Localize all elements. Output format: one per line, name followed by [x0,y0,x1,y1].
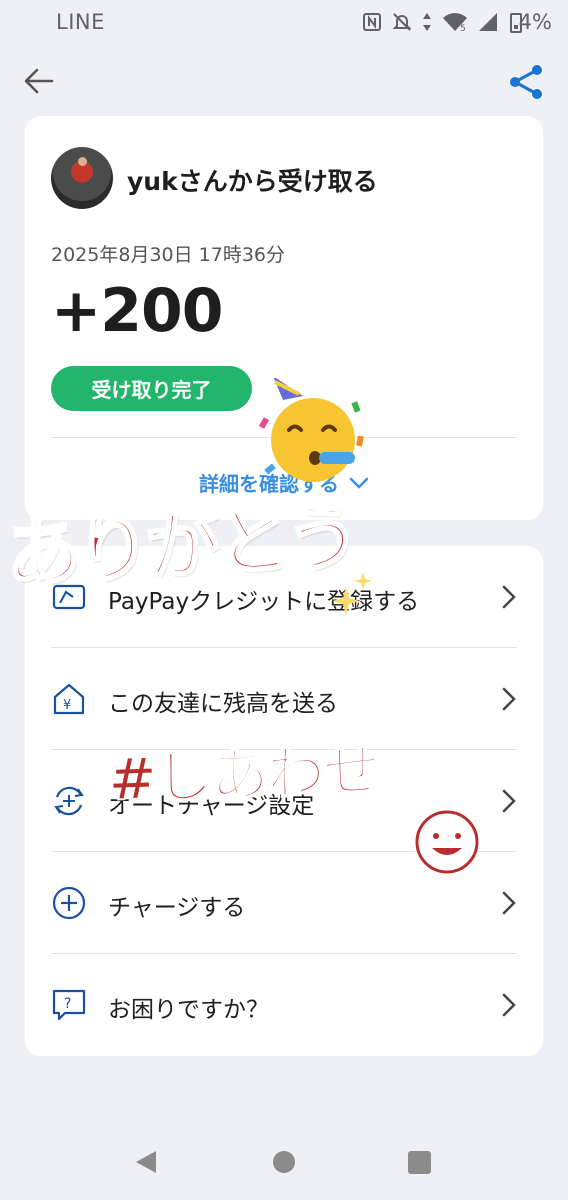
notifications-off-icon [392,13,412,31]
received-amount: +200 [51,276,224,346]
battery-percent: 4% [518,10,552,34]
happy-hashtag-sticker: #しあわせ [106,735,381,814]
menu-item-label: チャージする [108,895,246,921]
menu-item-label: お困りですか？ [108,997,269,1023]
signal-icon [479,13,497,31]
nav-home-icon[interactable] [273,1151,295,1173]
nav-recents-icon[interactable] [408,1151,431,1174]
share-icon[interactable] [506,62,546,102]
chevron-right-icon [502,891,516,915]
system-nav-bar [0,1120,568,1200]
data-arrows-icon [423,13,431,31]
status-icons: 5 [362,12,498,32]
help-chat-icon: ? [52,989,86,1021]
svg-text:?: ? [64,996,71,1012]
sender-title: yukさんから受け取る [127,167,378,196]
chevron-right-icon [502,993,516,1017]
wifi-icon: 5 [443,13,467,32]
chevron-right-icon [502,687,516,711]
smiley-face-icon [415,810,479,874]
chevron-right-icon [502,585,516,609]
thanks-sticker: ありがとう [3,492,360,599]
svg-text:5: 5 [460,24,466,32]
chevron-right-icon [502,789,516,813]
house-yen-icon: ¥ [53,683,85,715]
sparkle-icon [332,572,372,616]
menu-item-help[interactable]: ? お困りですか？ [25,954,543,1056]
arrow-left-icon[interactable] [22,64,56,98]
nav-back-icon[interactable] [134,1150,158,1174]
auto-charge-icon [54,786,84,816]
nfc-icon [363,13,381,31]
plus-circle-icon [52,886,86,920]
status-bar: LINE 5 4% [0,0,568,46]
party-face-icon [258,378,364,482]
avatar[interactable] [51,147,113,209]
transaction-datetime: 2025年8月30日 17時36分 [51,244,286,266]
status-badge: 受け取り完了 [51,366,252,411]
receipt-card: yukさんから受け取る 2025年8月30日 17時36分 +200 受け取り完… [25,116,543,520]
svg-text:¥: ¥ [63,698,71,713]
menu-item-label: この友達に残高を送る [108,691,338,717]
status-app-name: LINE [56,10,105,34]
